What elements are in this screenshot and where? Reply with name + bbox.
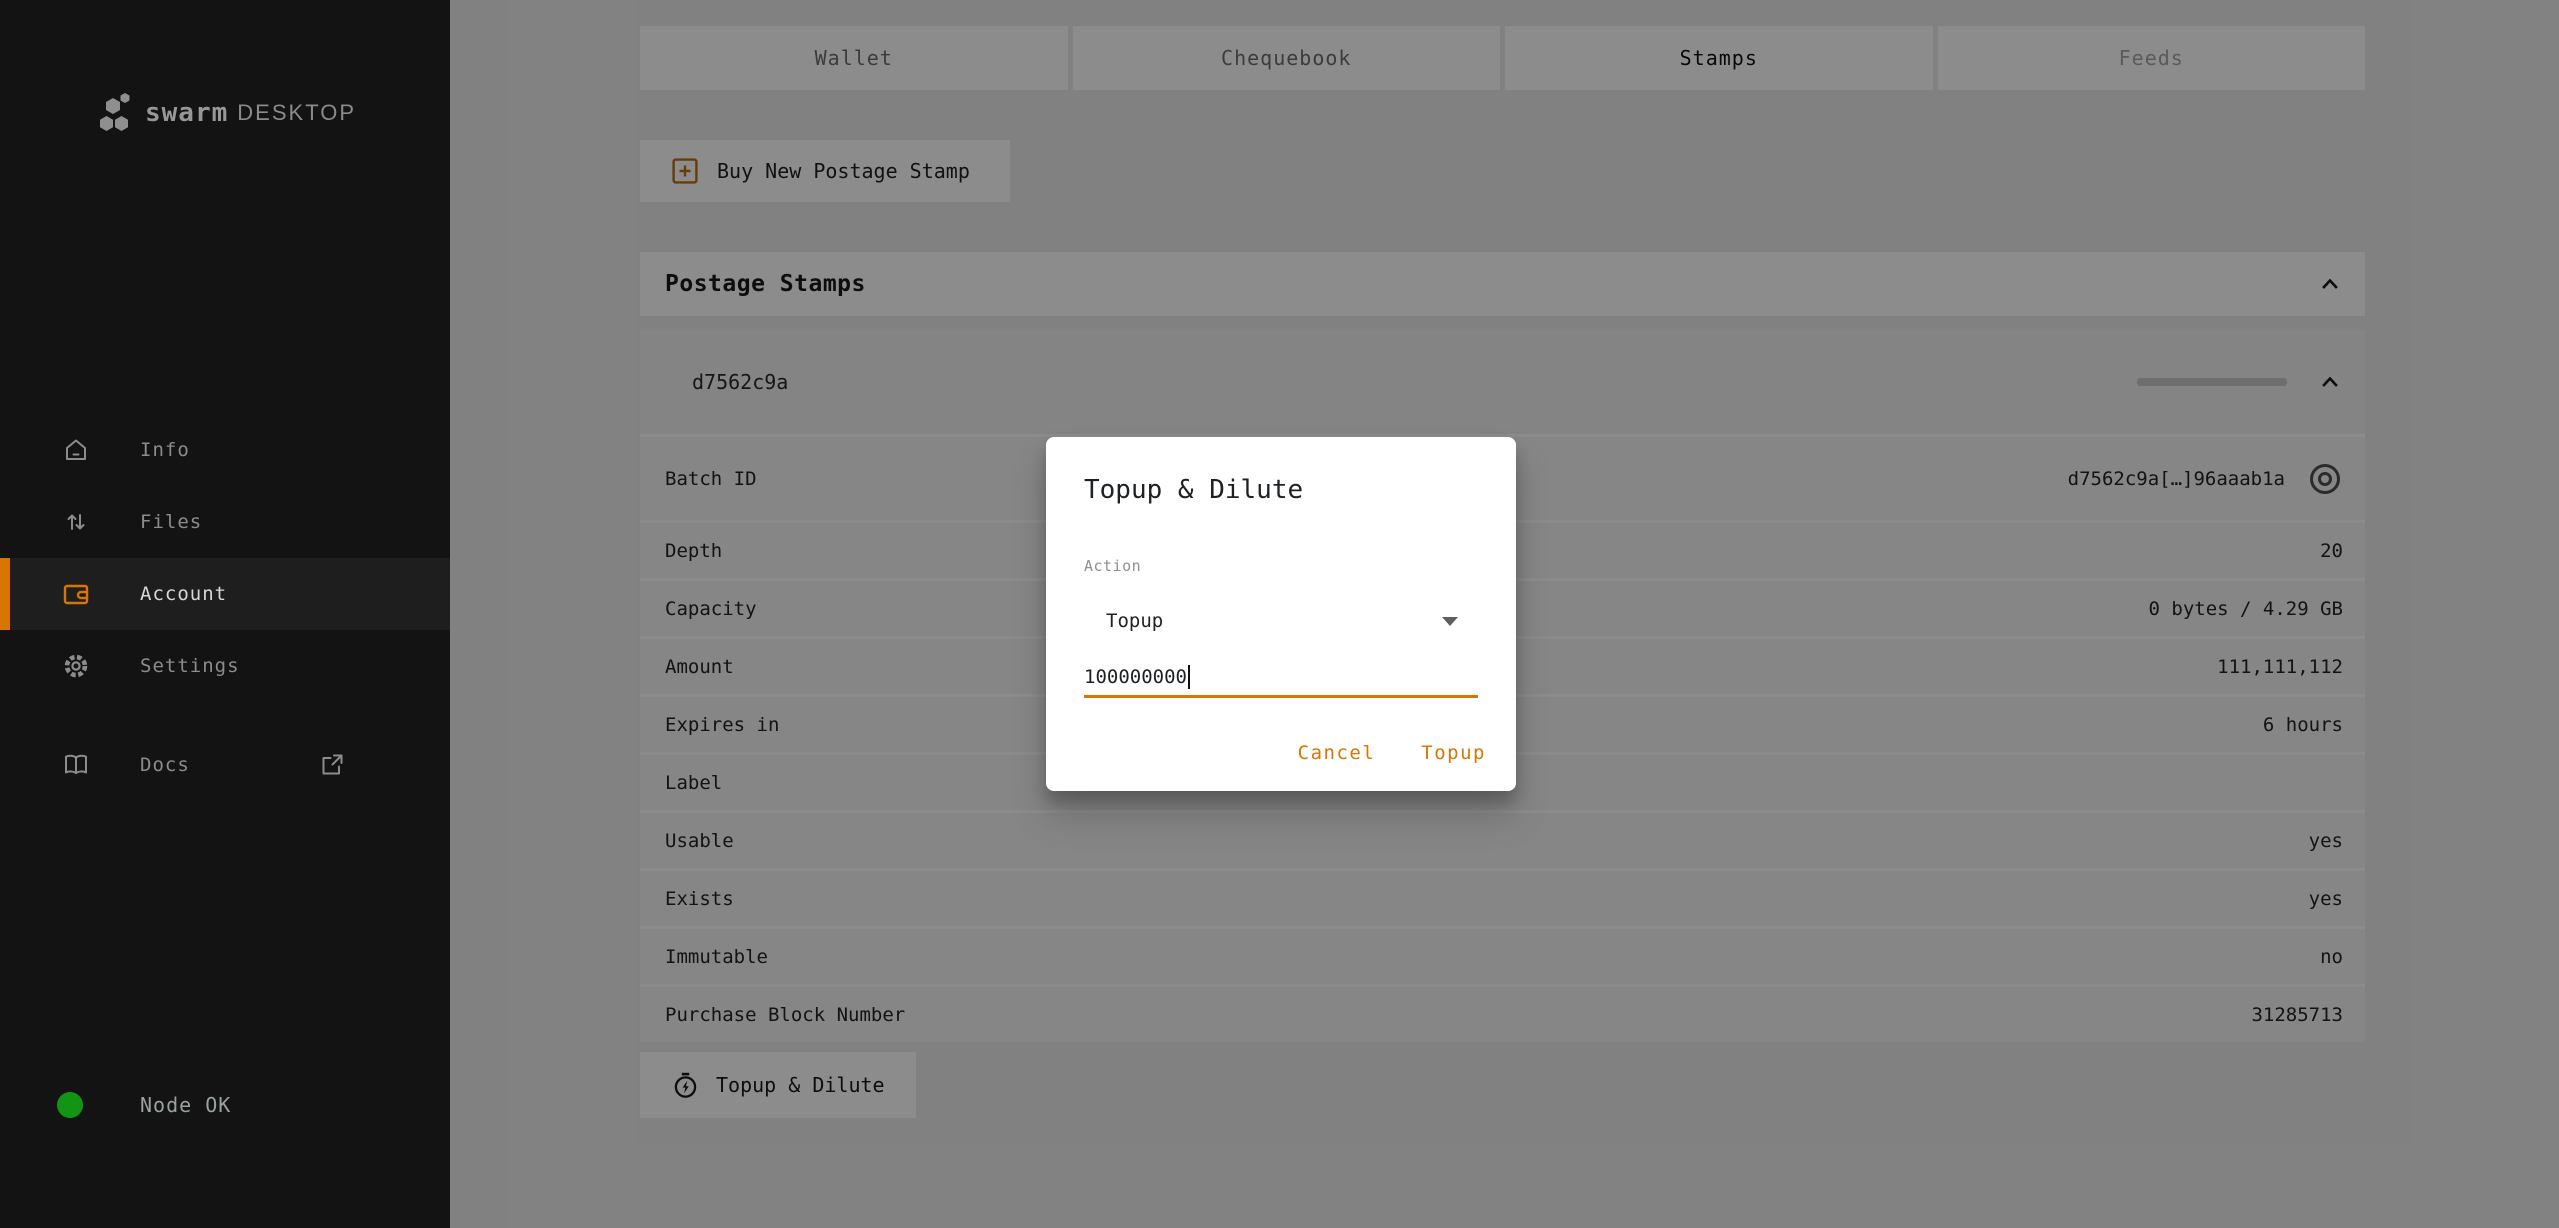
node-status-label: Node OK: [140, 1092, 231, 1118]
sidebar: swarm DESKTOP Info Files: [0, 0, 450, 1228]
open-book-icon: [62, 751, 90, 779]
amount-input-value: 100000000: [1084, 666, 1187, 688]
swarm-hexagons-icon: [100, 92, 136, 134]
modal-title: Topup & Dilute: [1084, 475, 1303, 505]
sidebar-item-settings[interactable]: Settings: [0, 630, 450, 702]
app-logo: swarm DESKTOP: [100, 92, 356, 134]
logo-brand-text: swarm: [145, 98, 228, 128]
topup-dilute-modal: Topup & Dilute Action Topup 100000000 Ca…: [1046, 437, 1516, 791]
sidebar-item-docs[interactable]: Docs: [0, 729, 450, 801]
action-field-label: Action: [1084, 557, 1141, 575]
sidebar-item-label: Account: [140, 583, 227, 605]
swarm-desktop-app: swarm DESKTOP Info Files: [0, 0, 2559, 1228]
sidebar-item-account[interactable]: Account: [0, 558, 450, 630]
sidebar-item-label: Files: [140, 511, 202, 533]
sidebar-nav: Info Files Account: [0, 414, 450, 801]
house-icon: [62, 436, 90, 464]
logo-product-text: DESKTOP: [237, 100, 356, 126]
sidebar-item-label: Settings: [140, 655, 240, 677]
amount-input[interactable]: 100000000: [1084, 659, 1478, 695]
gear-icon: [62, 652, 90, 680]
sidebar-item-info[interactable]: Info: [0, 414, 450, 486]
wallet-icon: [62, 580, 90, 608]
node-ok-dot-icon: [57, 1092, 83, 1118]
node-status: Node OK: [0, 1080, 450, 1130]
sidebar-item-label: Info: [140, 439, 190, 461]
action-select-value: Topup: [1106, 610, 1163, 632]
action-select[interactable]: Topup: [1084, 597, 1478, 645]
cancel-button[interactable]: Cancel: [1298, 737, 1376, 769]
sidebar-item-files[interactable]: Files: [0, 486, 450, 558]
text-cursor: [1188, 665, 1190, 689]
transfer-arrows-icon: [62, 508, 90, 536]
amount-input-underline: [1084, 695, 1478, 698]
topup-confirm-button[interactable]: Topup: [1421, 737, 1486, 769]
modal-buttons: Cancel Topup: [1298, 737, 1486, 769]
caret-down-icon: [1442, 617, 1458, 626]
sidebar-item-label: Docs: [140, 754, 190, 776]
external-link-icon: [318, 751, 346, 779]
